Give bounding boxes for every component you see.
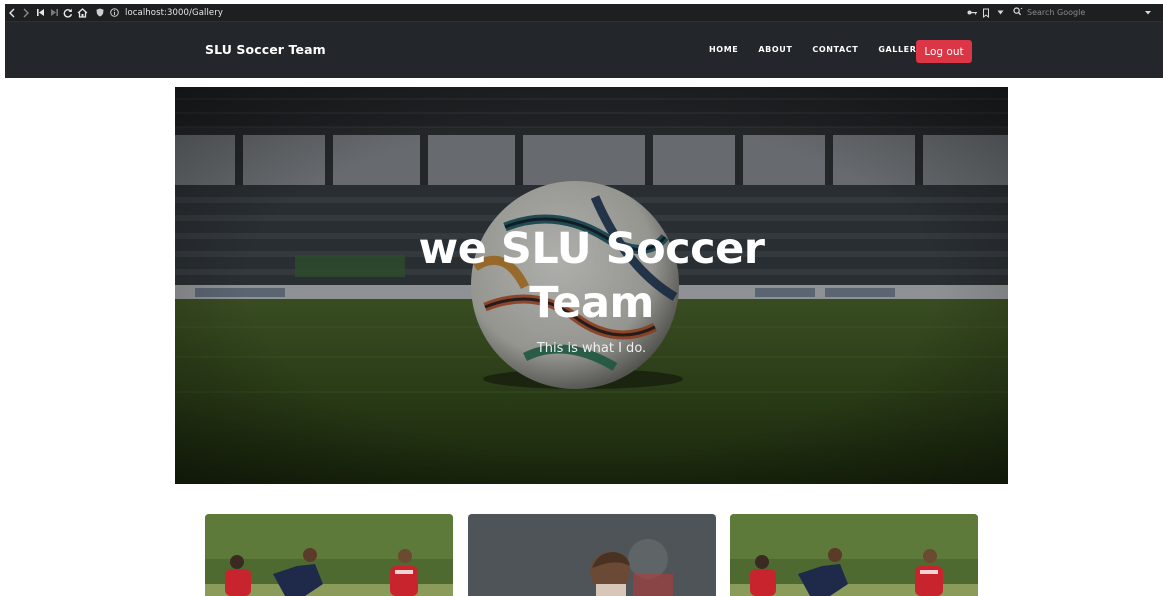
- nav-link-contact[interactable]: CONTACT: [812, 45, 858, 54]
- logout-button[interactable]: Log out: [916, 40, 972, 63]
- hero-subtitle: This is what I do.: [536, 341, 647, 356]
- info-icon[interactable]: [107, 4, 121, 21]
- bookmark-icon[interactable]: [979, 4, 993, 21]
- shield-icon[interactable]: [93, 4, 107, 21]
- forward-icon[interactable]: [19, 4, 33, 21]
- hero-title: we SLU Soccer Team: [175, 222, 1008, 330]
- skip-back-icon[interactable]: [33, 4, 47, 21]
- search-icon: [1013, 6, 1023, 19]
- gallery-card[interactable]: [468, 514, 716, 596]
- home-icon[interactable]: [75, 4, 89, 21]
- search-placeholder: Search Google: [1027, 8, 1086, 17]
- hero-title-line-2: Team: [529, 278, 654, 328]
- skip-forward-icon[interactable]: [47, 4, 61, 21]
- soccer-players-photo: [730, 514, 978, 596]
- address-bar-url[interactable]: localhost:3000/Gallery: [125, 8, 223, 18]
- key-icon[interactable]: [965, 4, 979, 21]
- site-navbar: SLU Soccer Team HOME ABOUT CONTACT GALLE…: [5, 21, 1163, 78]
- nav-links: HOME ABOUT CONTACT GALLERY: [709, 45, 942, 54]
- soccer-player-portrait-photo: [468, 514, 716, 596]
- nav-link-about[interactable]: ABOUT: [758, 45, 792, 54]
- nav-link-home[interactable]: HOME: [709, 45, 738, 54]
- hero-banner: we SLU Soccer Team This is what I do.: [175, 87, 1008, 484]
- browser-search-field[interactable]: Search Google: [1013, 4, 1133, 21]
- reload-icon[interactable]: [61, 4, 75, 21]
- back-icon[interactable]: [5, 4, 19, 21]
- gallery-card[interactable]: [205, 514, 453, 596]
- dropdown-arrow-icon[interactable]: [993, 4, 1007, 21]
- hero-title-line-1: we SLU Soccer: [418, 224, 765, 274]
- gallery-card[interactable]: [730, 514, 978, 596]
- brand-link[interactable]: SLU Soccer Team: [205, 42, 326, 57]
- soccer-players-photo: [205, 514, 453, 596]
- menu-arrow-icon[interactable]: [1133, 4, 1163, 21]
- browser-toolbar: localhost:3000/Gallery Search Google: [5, 4, 1163, 21]
